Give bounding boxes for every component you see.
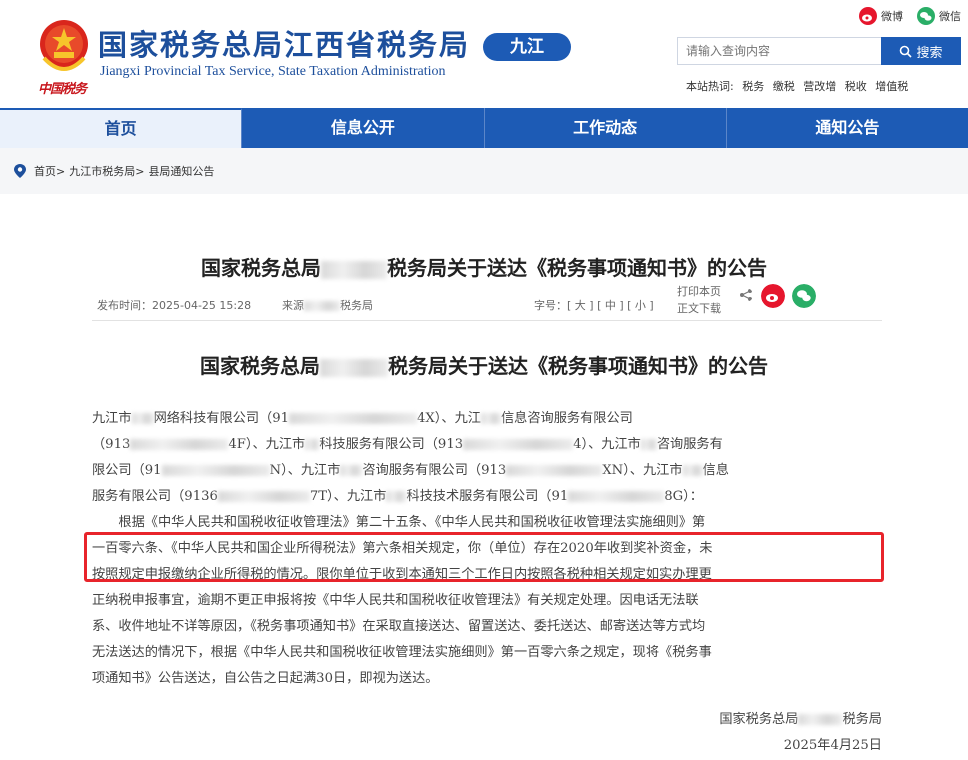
signing-organization: 国家税务总局 税务局 (719, 712, 882, 727)
weibo-link[interactable]: 微博 (859, 7, 903, 25)
main-nav: 首页 信息公开 工作动态 通知公告 (0, 108, 968, 148)
signing-date: 2025年4月25日 (783, 738, 882, 753)
article-title: 国家税务总局 税务局关于送达《税务事项通知书》的公告 (201, 256, 767, 280)
redacted-text (386, 490, 407, 503)
search-input[interactable] (677, 37, 881, 65)
location-pin-icon (14, 164, 26, 178)
body-line: 无法送达的情况下，根据《中华人民共和国税收征收管理法实施细则》第一百零六条之规定… (92, 645, 712, 660)
nav-item-work-news[interactable]: 工作动态 (485, 108, 727, 148)
breadcrumb-home[interactable]: 首页> (34, 163, 65, 179)
body-line: 系、收件地址不详等原因，《税务事项通知书》在采取直接送达、留置送达、委托送达、邮… (92, 619, 706, 634)
divider (92, 320, 882, 321)
redacted-text (161, 464, 270, 477)
body-line: 一百零六条、《中华人民共和国企业所得税法》第六条相关规定，你（单位）存在2020… (92, 541, 713, 556)
publish-time: 发布时间：2025-04-25 15:28 (97, 299, 252, 312)
download-link[interactable]: 正文下载 (677, 300, 721, 316)
font-size-control[interactable]: 字号：[ 大 ] [ 中 ] [ 小 ] (534, 297, 654, 313)
redacted-text (131, 412, 154, 425)
hot-word[interactable]: 增值税 (875, 80, 908, 93)
redacted-text (217, 490, 310, 503)
article-body: 九江市 网络科技有限公司（91 4X）、九江 信息咨询服务有限公司 （913 4F）、九… (92, 406, 886, 692)
weibo-icon (859, 7, 877, 25)
nav-item-notices[interactable]: 通知公告 (727, 108, 968, 148)
redacted-text (340, 464, 363, 477)
body-line: 按照规定申报缴纳企业所得税的情况。限你单位于收到本通知三个工作日内按照各税种相关… (92, 567, 712, 582)
site-header: 中国税务 国家税务总局江西省税务局 Jiangxi Provincial Tax… (0, 0, 968, 108)
wechat-label: 微信 (939, 10, 961, 23)
search-button-label: 搜索 (916, 45, 943, 61)
redacted-text (798, 713, 843, 726)
print-link[interactable]: 打印本页 (677, 283, 721, 299)
search-button[interactable]: 搜索 (881, 37, 961, 65)
wechat-share-icon[interactable] (792, 284, 816, 308)
weibo-label: 微博 (881, 10, 903, 23)
redacted-text (463, 438, 574, 451)
redacted-text (305, 438, 320, 451)
redacted-text (568, 490, 665, 503)
share-icon[interactable] (739, 288, 753, 302)
body-line: 正纳税申报事宜，逾期不更正申报将按《中华人民共和国税收征收管理法》有关规定处理。… (92, 593, 699, 608)
redacted-text (640, 438, 657, 451)
nav-item-info-disclosure[interactable]: 信息公开 (242, 108, 485, 148)
recipient-line: 服务有限公司（9136 7T）、九江市 科技技术服务有限公司（91 8G）： (92, 489, 703, 504)
china-tax-seal-text: 中国税务 (38, 82, 87, 97)
hot-word[interactable]: 税收 (845, 80, 867, 93)
redacted-text (682, 464, 703, 477)
wechat-icon (917, 7, 935, 25)
breadcrumb: 首页> 九江市税务局> 县局通知公告 (0, 148, 968, 194)
recipient-line: 九江市 网络科技有限公司（91 4X）、九江 信息咨询服务有限公司 (92, 411, 633, 426)
site-title[interactable]: 国家税务总局江西省税务局 (98, 22, 470, 64)
article: 国家税务总局 税务局关于送达《税务事项通知书》的公告 发布时间：2025-04-2… (0, 194, 968, 760)
region-selector[interactable]: 九江 (483, 33, 571, 61)
search-icon (900, 45, 913, 58)
hot-word[interactable]: 营改增 (803, 80, 836, 93)
body-line: 根据《中华人民共和国税收征收管理法》第二十五条、《中华人民共和国税收征收管理法实… (118, 515, 706, 530)
redacted-text (304, 301, 340, 311)
search-bar: 搜索 (677, 37, 961, 65)
site-subtitle: Jiangxi Provincial Tax Service, State Ta… (100, 64, 446, 79)
hot-words: 本站热词: 税务 缴税 营改增 税收 增值税 (686, 78, 913, 94)
article-subtitle: 国家税务总局 税务局关于送达《税务事项通知书》的公告 (200, 354, 768, 378)
hot-words-label: 本站热词: (686, 80, 734, 93)
hot-word[interactable]: 缴税 (773, 80, 795, 93)
redacted-text (321, 260, 387, 279)
hot-word[interactable]: 税务 (742, 80, 764, 93)
recipient-line: 限公司（91 N）、九江市 咨询服务有限公司（913 XN）、九江市 信息 (92, 463, 729, 478)
redacted-text (130, 438, 229, 451)
nav-item-home[interactable]: 首页 (0, 108, 243, 148)
national-emblem-icon[interactable] (38, 18, 90, 76)
breadcrumb-county-notices[interactable]: 县局通知公告 (148, 163, 214, 179)
redacted-text (480, 412, 501, 425)
redacted-text (506, 464, 603, 477)
source: 来源 税务局 (282, 299, 373, 312)
wechat-link[interactable]: 微信 (917, 7, 961, 25)
breadcrumb-jiujiang[interactable]: 九江市税务局> (69, 163, 144, 179)
redacted-text (320, 358, 388, 377)
weibo-share-icon[interactable] (761, 284, 785, 308)
recipient-line: （913 4F）、九江市 科技服务有限公司（913 4）、九江市 咨询服务有 (92, 437, 723, 452)
redacted-text (289, 412, 418, 425)
body-line: 项通知书》公告送达，自公告之日起满30日，即视为送达。 (92, 671, 439, 686)
